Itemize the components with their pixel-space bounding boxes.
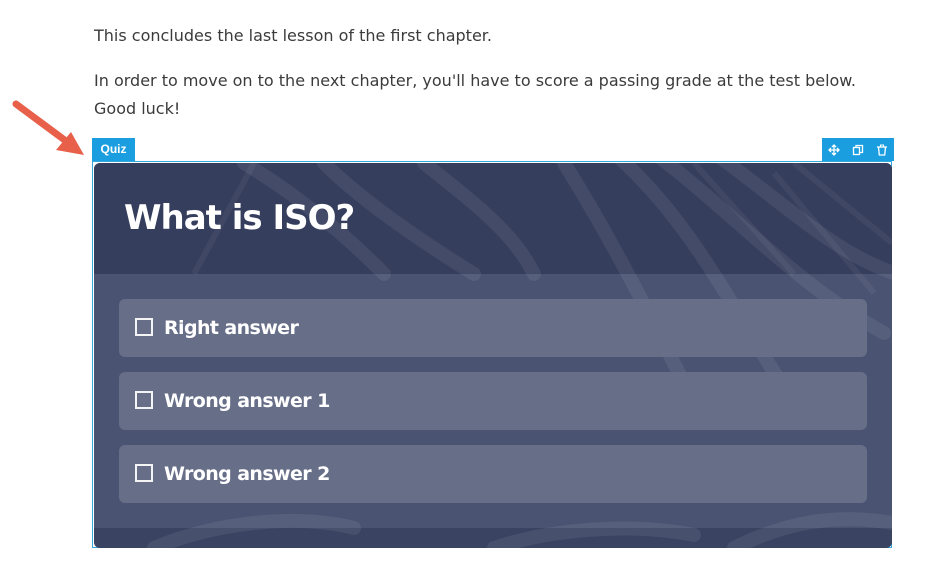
answer-option-2[interactable]: Wrong answer 1	[119, 372, 867, 430]
quiz-block-tab[interactable]: Quiz	[92, 138, 135, 161]
answer-label: Right answer	[164, 317, 299, 339]
page: This concludes the last lesson of the fi…	[0, 0, 941, 562]
block-toolbar	[822, 138, 894, 161]
quiz-question-title: What is ISO?	[124, 198, 355, 238]
answer-option-3[interactable]: Wrong answer 2	[119, 445, 867, 503]
intro-paragraph-2: In order to move on to the next chapter,…	[94, 71, 856, 118]
quiz-card: What is ISO? Right answer Wrong answer 1…	[94, 163, 892, 548]
answer-checkbox[interactable]	[135, 318, 153, 336]
annotation-arrow-icon	[12, 100, 84, 155]
answer-checkbox[interactable]	[135, 391, 153, 409]
delete-button[interactable]	[870, 138, 894, 161]
copy-icon	[852, 144, 864, 155]
intro-paragraph-1: This concludes the last lesson of the fi…	[94, 26, 492, 45]
copy-button[interactable]	[846, 138, 870, 161]
move-icon	[828, 143, 840, 156]
answer-label: Wrong answer 1	[164, 390, 330, 412]
answer-option-1[interactable]: Right answer	[119, 299, 867, 357]
answer-checkbox[interactable]	[135, 464, 153, 482]
trash-icon	[877, 144, 887, 156]
answer-label: Wrong answer 2	[164, 463, 330, 485]
move-button[interactable]	[822, 138, 846, 161]
